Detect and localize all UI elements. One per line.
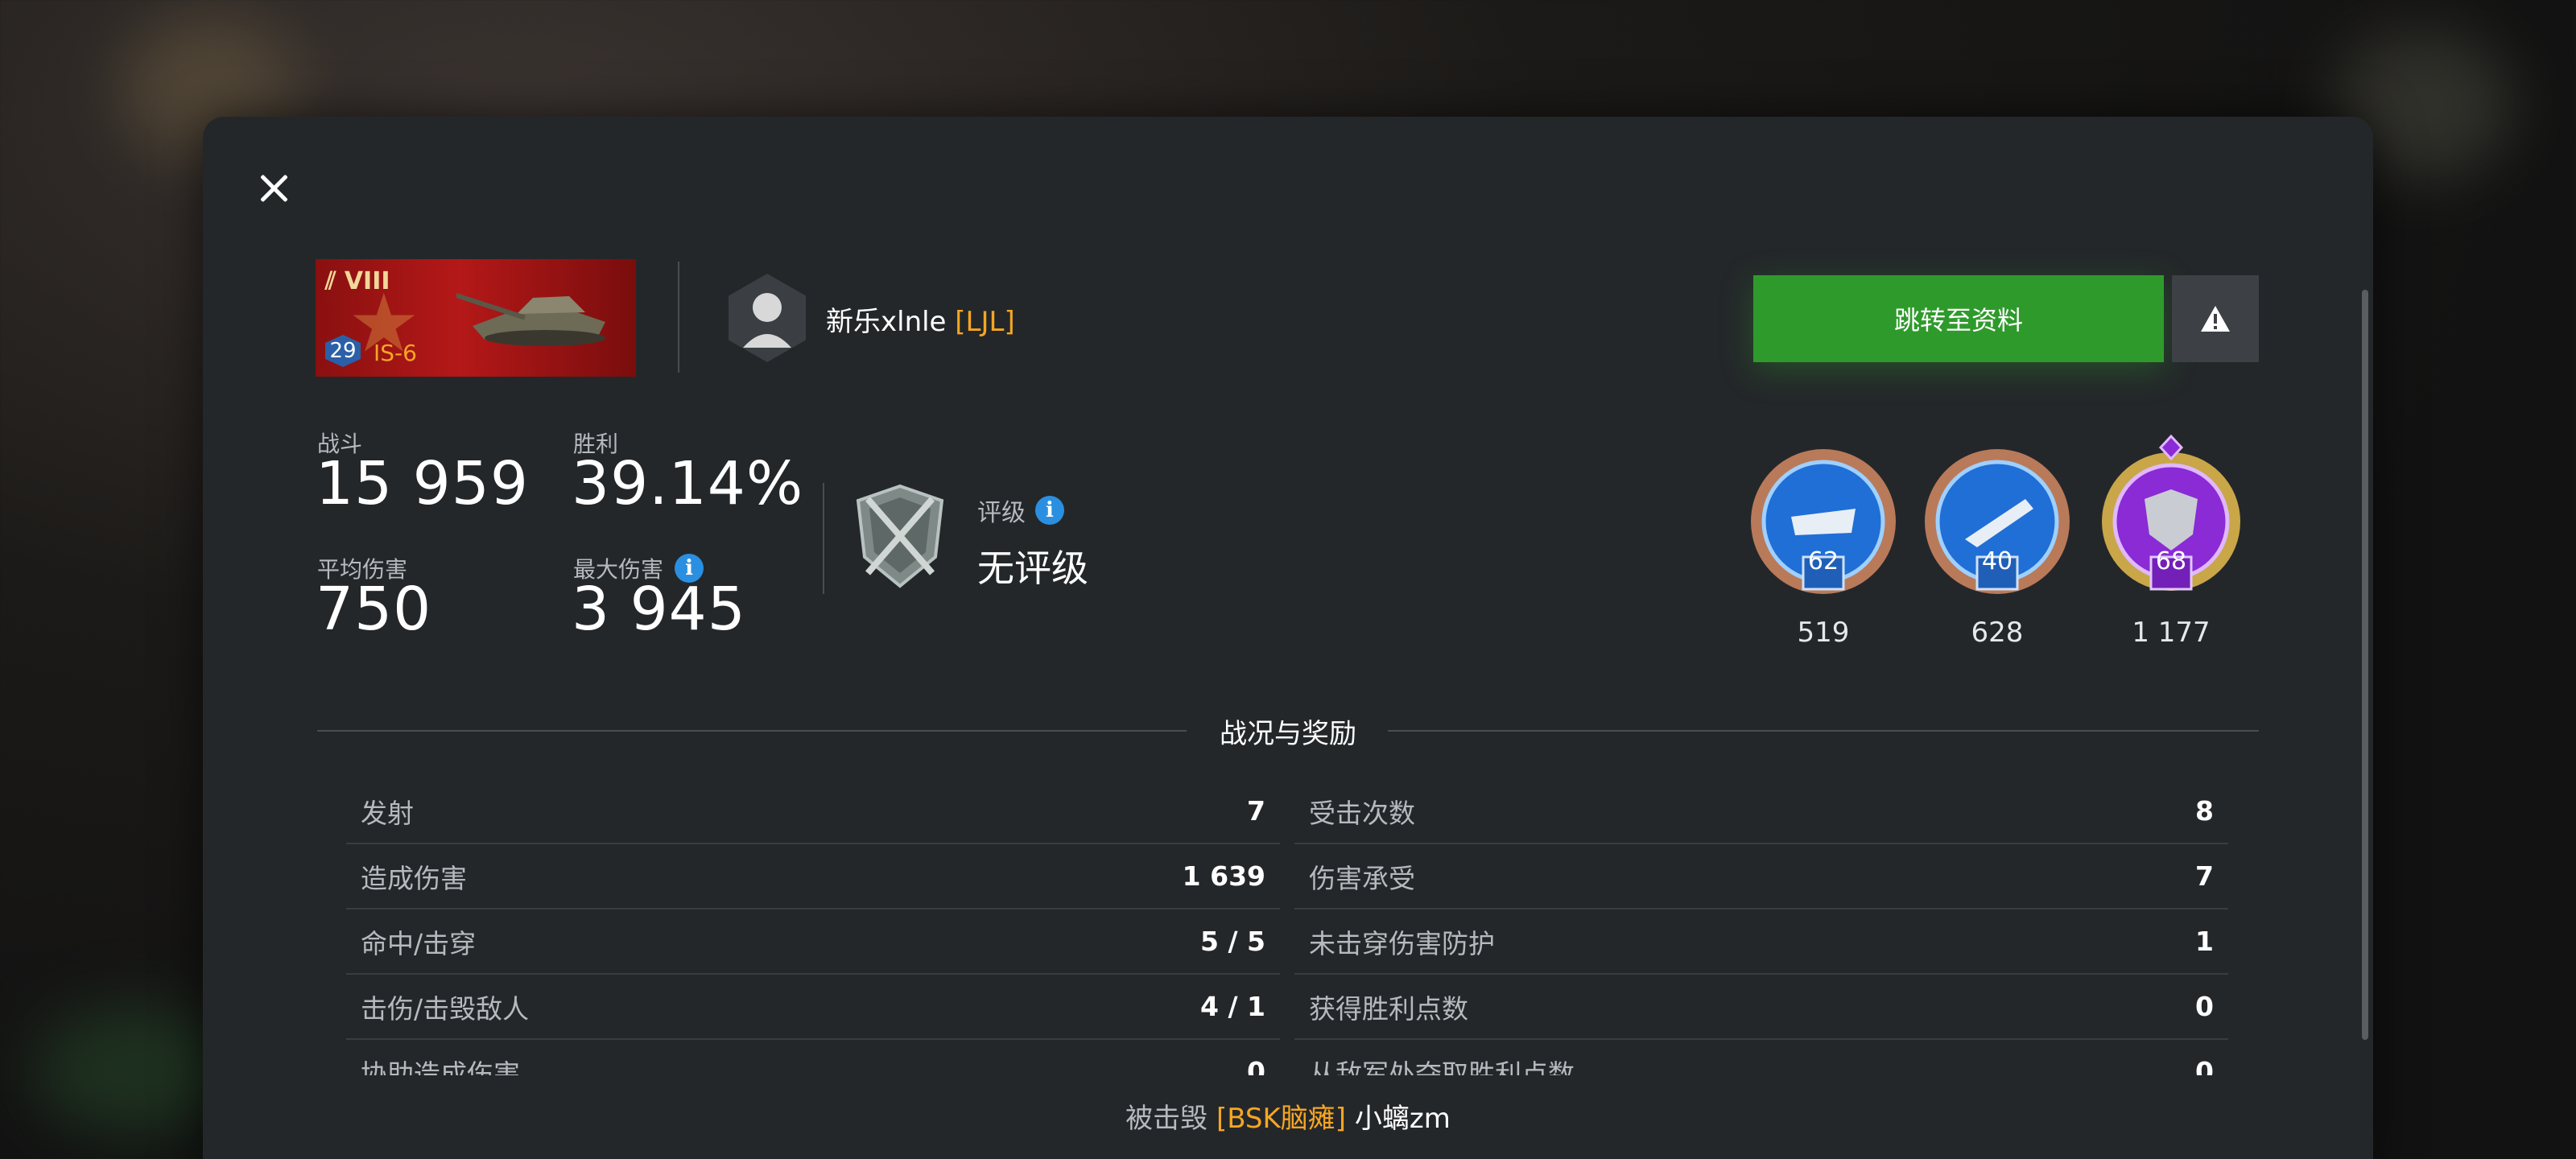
row-label: 造成伤害 [361,862,467,894]
killer-name[interactable]: 小螭zm [1355,1103,1451,1135]
row-value: 7 [1247,795,1265,827]
table-row: 发射 7 [346,779,1280,844]
stats-divider [823,483,824,594]
medal-count: 628 [1971,617,2024,649]
winrate-value: 39.14% [572,449,804,518]
row-value: 0 [2195,1056,2214,1075]
row-label: 命中/击穿 [361,927,477,959]
table-row: 受击次数 8 [1294,779,2228,844]
report-button[interactable] [2172,275,2259,362]
medal-level: 40 [1981,547,2013,575]
player-name[interactable]: 新乐xlnle [LJL] [826,299,1015,339]
warning-icon [2201,306,2230,332]
section-divider-left [317,730,1187,732]
rating-shield-icon [856,484,944,588]
rating-value: 无评级 [977,547,1088,590]
killer-clan-tag: [BSK脑瘫] [1216,1103,1347,1135]
row-value: 4 / 1 [1200,991,1265,1022]
medal-level: 62 [1807,547,1839,575]
tank-image [456,292,605,346]
table-row: 协助造成伤害 0 [346,1040,1280,1075]
medal-level: 68 [2155,547,2187,575]
rating-label: 评级 i [977,493,1064,528]
info-icon[interactable]: i [1035,496,1064,525]
row-label: 获得胜利点数 [1309,992,1468,1025]
battles-value: 15 959 [316,449,529,518]
row-value: 8 [2195,795,2214,827]
stats-table-viewport[interactable]: 发射 7 造成伤害 1 639 命中/击穿 5 / 5 击伤/击毁敌人 4 / 1 协助… [0,779,2576,1075]
row-value: 1 639 [1182,860,1265,892]
goto-profile-button[interactable]: 跳转至资料 [1753,275,2164,362]
scrollbar[interactable] [2362,290,2368,1040]
medal-shell-icon[interactable] [1921,443,2074,604]
row-label: 受击次数 [1309,797,1415,829]
table-row: 从敌军处夺取胜利点数 0 [1294,1040,2228,1075]
medal-tank-icon[interactable] [1747,443,1900,604]
close-button[interactable] [256,171,291,206]
row-value: 7 [2195,860,2214,892]
row-label: 未击穿伤害防护 [1309,927,1495,959]
tank-tier: ⫽ VIII [325,267,390,295]
row-value: 1 [2195,926,2214,957]
row-value: 0 [1247,1056,1265,1075]
row-label: 伤害承受 [1309,862,1415,894]
max-damage-value: 3 945 [572,575,746,644]
player-nickname: 新乐xlnle [826,306,947,338]
avg-damage-value: 750 [316,575,432,644]
table-row: 获得胜利点数 0 [1294,975,2228,1040]
left-stats-table: 发射 7 造成伤害 1 639 命中/击穿 5 / 5 击伤/击毁敌人 4 / 1 协助… [346,779,1280,1075]
destroyed-by-label: 被击毁 [1125,1103,1208,1135]
table-row: 未击穿伤害防护 1 [1294,909,2228,975]
right-stats-table: 受击次数 8 伤害承受 7 未击穿伤害防护 1 获得胜利点数 0 从敌军处夺取胜利点数 0 [1294,779,2228,1075]
destroyed-by-footer: 被击毁 [BSK脑瘫] 小螭zm [0,1096,2576,1136]
row-label: 协助造成伤害 [361,1058,520,1076]
table-row: 造成伤害 1 639 [346,844,1280,909]
header-divider [678,262,679,373]
rating-label-text: 评级 [977,499,1026,527]
table-row: 伤害承受 7 [1294,844,2228,909]
tank-card: ★ ⫽ VIII 29 IS-6 [316,259,636,377]
table-row: 命中/击穿 5 / 5 [346,909,1280,975]
medal-count: 1 177 [2132,617,2211,649]
tank-name: IS-6 [374,340,417,366]
row-value: 0 [2195,991,2214,1022]
table-row: 击伤/击毁敌人 4 / 1 [346,975,1280,1040]
section-divider-right [1388,730,2259,732]
row-label: 发射 [361,797,414,829]
player-clan-tag: [LJL] [955,306,1015,338]
row-value: 5 / 5 [1200,926,1265,957]
row-label: 击伤/击毁敌人 [361,992,530,1025]
row-label: 从敌军处夺取胜利点数 [1309,1058,1575,1076]
medal-count: 519 [1797,617,1850,649]
